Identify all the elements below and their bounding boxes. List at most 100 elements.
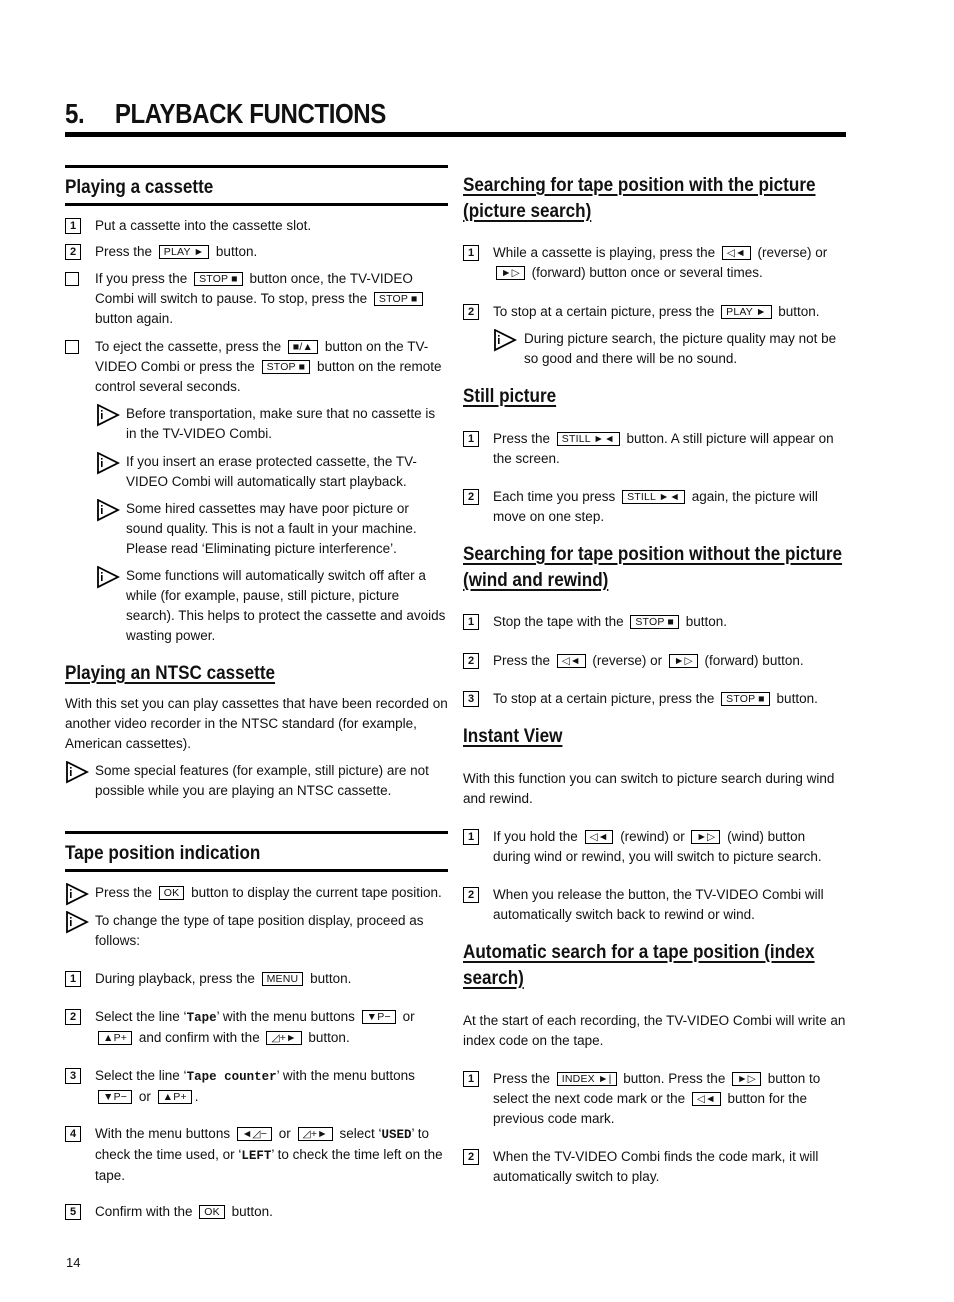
info-note: If you insert an erase protected cassett… [65,452,448,492]
step-number-box: 2 [65,244,81,260]
info-note: Press the OK button to display the curre… [65,883,448,903]
ok-key: OK [199,1205,225,1219]
square-bullet-icon [65,340,79,354]
step-item: 1 Stop the tape with the STOP ■ button. [463,612,846,632]
chapter-title: 5. PLAYBACK FUNCTIONS [65,96,737,132]
info-icon [96,404,120,428]
info-note: Some functions will automatically switch… [65,566,448,646]
step-item: 2 To stop at a certain picture, press th… [463,302,846,322]
volume-plus-key: ◿+► [266,1031,302,1045]
section-heading-playing-cassette: Playing a cassette [65,165,448,206]
step-item: 2 When the TV-VIDEO Combi finds the code… [463,1147,846,1187]
reverse-key: ◁◄ [556,654,586,668]
p-minus-key: ▼P− [98,1090,133,1104]
section-heading-wind-rewind: Searching for tape position without the … [463,544,843,591]
info-note: Before transportation, make sure that no… [65,404,448,444]
section-heading-picture-search: Searching for tape position with the pic… [463,175,816,222]
stop-key: STOP ■ [373,292,423,306]
play-key: PLAY ► [158,245,210,259]
step-item: 1 If you hold the ◁◄ (rewind) or ►▷ (win… [463,827,846,867]
info-icon [96,499,120,523]
stop-key: STOP ■ [194,272,243,286]
still-key: STILL ►◄ [556,432,620,446]
step-number-box: 5 [65,1204,81,1220]
step-item: 4 With the menu buttons ◄◿− or ◿+► selec… [65,1124,448,1186]
info-icon [493,329,517,353]
step-number-box: 2 [463,1149,479,1165]
stop-eject-key: ■/▲ [287,340,319,354]
volume-plus-key: ◿+► [297,1127,333,1141]
volume-minus-key: ◄◿− [236,1127,273,1141]
step-number-box: 2 [463,489,479,505]
section-heading-still-picture: Still picture [463,386,557,407]
bullet-item: If you press the STOP ■ button once, the… [65,269,448,329]
page-number: 14 [66,1255,81,1270]
step-number-box: 1 [65,218,81,234]
step-item: 2 Press the PLAY ► button. [65,242,448,262]
stop-key: STOP ■ [630,615,680,629]
title-rule [65,132,846,137]
info-icon [96,566,120,590]
wind-key: ►▷ [691,830,721,844]
forward-key: ►▷ [732,1072,761,1086]
stop-key: STOP ■ [261,360,311,374]
step-number-box: 3 [463,691,479,707]
info-note: Some hired cassettes may have poor pictu… [65,499,448,559]
ok-key: OK [158,886,185,900]
step-item: 2 Press the ◁◄ (reverse) or ►▷ (forward)… [463,651,846,671]
bullet-item: To eject the cassette, press the ■/▲ but… [65,337,448,397]
index-key: INDEX ►| [556,1072,617,1086]
step-number-box: 2 [463,304,479,320]
info-icon [65,911,89,935]
instant-view-intro: With this function you can switch to pic… [463,771,835,806]
stop-key: STOP ■ [721,692,770,706]
chapter-number: 5. [65,98,85,129]
still-key: STILL ►◄ [622,490,685,504]
step-item: 5 Confirm with the OK button. [65,1202,448,1222]
step-item: 2 Select the line ‘Tape’ with the menu b… [65,1007,448,1048]
step-number-box: 2 [463,653,479,669]
step-number-box: 1 [463,829,479,845]
info-note: During picture search, the picture quali… [463,329,846,369]
step-number-box: 2 [463,887,479,903]
square-bullet-icon [65,272,79,286]
section-heading-ntsc: Playing an NTSC cassette [65,663,276,684]
info-note: To change the type of tape position disp… [65,911,448,951]
step-item: 3 Select the line ‘Tape counter’ with th… [65,1066,448,1107]
info-note: Some special features (for example, stil… [65,761,448,801]
index-search-intro: At the start of each recording, the TV-V… [463,1013,846,1048]
info-icon [65,883,89,907]
step-item: 2 When you release the button, the TV-VI… [463,885,846,925]
chapter-title-text: PLAYBACK FUNCTIONS [114,98,386,129]
step-item: 2 Each time you press STILL ►◄ again, th… [463,487,846,527]
info-icon [65,761,89,785]
step-number-box: 2 [65,1009,81,1025]
step-item: 1 During playback, press the MENU button… [65,969,448,989]
menu-key: MENU [261,972,304,986]
section-heading-index-search: Automatic search for a tape position (in… [463,942,815,989]
step-number-box: 1 [463,614,479,630]
p-minus-key: ▼P− [361,1010,396,1024]
info-icon [96,452,120,476]
step-number-box: 1 [463,245,479,261]
section-heading-tape-position: Tape position indication [65,831,448,872]
step-number-box: 1 [65,971,81,987]
step-number-box: 1 [463,431,479,447]
step-item: 1 While a cassette is playing, press the… [463,243,846,283]
reverse-key: ◁◄ [721,246,751,260]
step-number-box: 1 [463,1071,479,1087]
forward-key: ►▷ [496,266,525,280]
forward-key: ►▷ [668,654,698,668]
step-item: 1 Put a cassette into the cassette slot. [65,216,448,236]
p-plus-key: ▲P+ [98,1031,133,1045]
play-key: PLAY ► [721,305,772,319]
step-item: 1 Press the INDEX ►| button. Press the ►… [463,1069,846,1129]
step-item: 1 Press the STILL ►◄ button. A still pic… [463,429,846,469]
reverse-key: ◁◄ [691,1092,721,1106]
step-number-box: 4 [65,1126,81,1142]
section-heading-instant-view: Instant View [463,726,563,747]
p-plus-key: ▲P+ [157,1090,192,1104]
ntsc-intro: With this set you can play cassettes tha… [65,696,448,751]
rewind-key: ◁◄ [584,830,614,844]
step-item: 3 To stop at a certain picture, press th… [463,689,846,709]
